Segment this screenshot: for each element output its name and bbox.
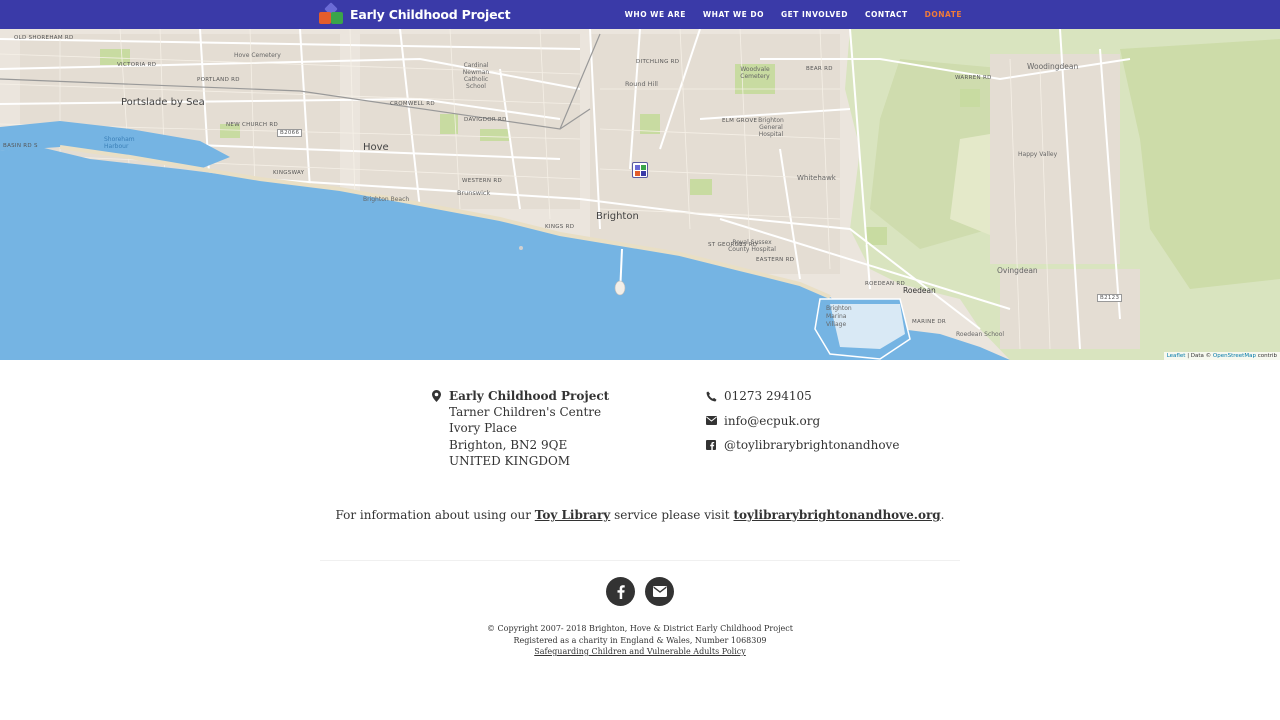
email-button[interactable] — [645, 577, 674, 606]
footer-divider — [320, 560, 960, 561]
address-line: Tarner Children's Centre — [449, 405, 602, 420]
location-marker[interactable] — [632, 162, 648, 178]
map-marker-icon — [430, 390, 442, 402]
brand-link[interactable]: Early Childhood Project — [318, 2, 511, 26]
copyright-text: © Copyright 2007- 2018 Brighton, Hove & … — [487, 624, 793, 633]
phone-number[interactable]: 01273 294105 — [724, 389, 812, 403]
nav-donate[interactable]: DONATE — [925, 10, 962, 19]
email-row: info@ecpuk.org — [705, 413, 899, 438]
site-footer: © Copyright 2007- 2018 Brighton, Hove & … — [0, 623, 1280, 658]
envelope-icon — [705, 415, 717, 427]
address-line: UNITED KINGDOM — [449, 453, 571, 468]
nav-who-we-are[interactable]: WHO WE ARE — [625, 10, 686, 19]
main-nav: WHO WE ARE WHAT WE DO GET INVOLVED CONTA… — [625, 0, 962, 29]
attribution-data: | Data © — [1187, 353, 1212, 359]
logo-icon — [318, 2, 344, 26]
osm-link[interactable]: OpenStreetMap — [1213, 353, 1256, 359]
address-block: Early Childhood Project Tarner Children'… — [430, 388, 609, 469]
info-middle: service please visit — [614, 508, 730, 522]
nav-contact[interactable]: CONTACT — [865, 10, 908, 19]
phone-row: 01273 294105 — [705, 388, 899, 413]
location-map[interactable]: Portslade by Sea Hove Brighton Whitehawk… — [0, 29, 1280, 360]
map-attribution: Leaflet | Data © OpenStreetMap contrib — [1163, 352, 1280, 360]
address-line: Brighton, BN2 9QE — [449, 437, 568, 452]
facebook-icon — [617, 584, 625, 599]
attribution-contrib: contrib — [1257, 353, 1277, 359]
facebook-row: @toylibrarybrightonandhove — [705, 437, 899, 462]
social-buttons — [606, 577, 674, 606]
info-suffix: . — [940, 508, 945, 522]
toy-library-info: For information about using our Toy Libr… — [0, 508, 1280, 522]
leaflet-link[interactable]: Leaflet — [1167, 353, 1186, 359]
contact-details: 01273 294105 info@ecpuk.org @toylibraryb… — [705, 388, 899, 462]
nav-what-we-do[interactable]: WHAT WE DO — [703, 10, 764, 19]
toy-library-link[interactable]: Toy Library — [535, 508, 611, 522]
info-prefix: For information about using our — [335, 508, 531, 522]
facebook-button[interactable] — [606, 577, 635, 606]
phone-icon — [705, 390, 717, 402]
toy-library-site-link[interactable]: toylibrarybrightonandhove.org — [733, 508, 940, 522]
address-org: Early Childhood Project — [449, 389, 610, 403]
top-navbar: Early Childhood Project WHO WE ARE WHAT … — [0, 0, 1280, 29]
facebook-handle[interactable]: @toylibrarybrightonandhove — [724, 438, 899, 452]
safeguarding-policy-link[interactable]: Safeguarding Children and Vulnerable Adu… — [534, 647, 746, 656]
charity-text: Registered as a charity in England & Wal… — [513, 635, 767, 645]
facebook-square-icon — [705, 439, 717, 451]
map-tiles — [0, 29, 1280, 360]
email-address[interactable]: info@ecpuk.org — [724, 414, 820, 428]
nav-get-involved[interactable]: GET INVOLVED — [781, 10, 848, 19]
address-line: Ivory Place — [449, 421, 517, 436]
envelope-icon — [652, 586, 667, 597]
brand-name: Early Childhood Project — [350, 7, 511, 22]
